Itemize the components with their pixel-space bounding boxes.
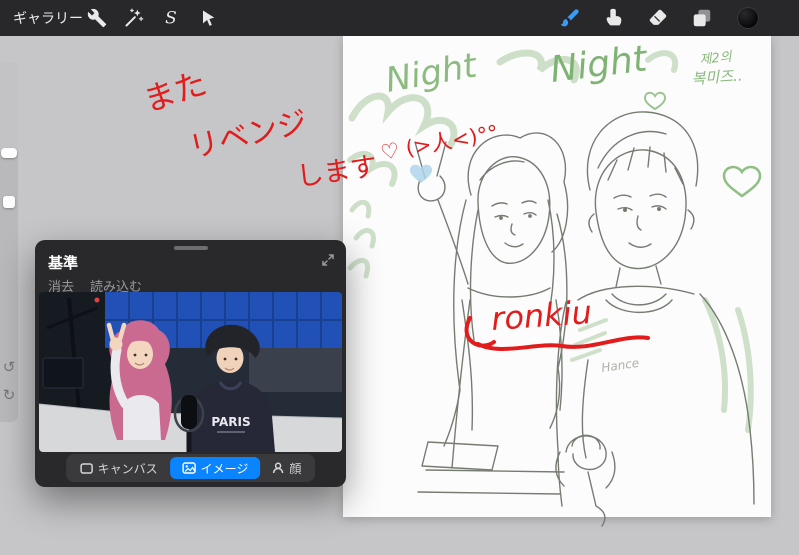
sidebar-sliders: ↺ ↻ [0, 62, 18, 422]
transform-button[interactable] [198, 8, 218, 28]
paint-button[interactable] [559, 7, 581, 29]
tab-image[interactable]: イメージ [169, 457, 261, 479]
actions-button[interactable] [87, 8, 107, 28]
woman-photo [106, 320, 172, 440]
adjustments-button[interactable] [124, 8, 144, 28]
image-mode-icon [181, 462, 196, 474]
reference-mode-tabs: キャンバス イメージ 顔 [65, 454, 316, 482]
brush-icon [560, 9, 579, 27]
tab-image-label: イメージ [200, 461, 249, 476]
shirt-text: PARIS [211, 415, 250, 429]
smudge-button[interactable] [603, 7, 625, 29]
brush-size-track[interactable] [0, 62, 18, 152]
tab-canvas[interactable]: キャンバス [68, 457, 170, 479]
layers-button[interactable] [691, 7, 713, 29]
red-annotation-2: リベンジ [186, 105, 311, 166]
smudge-finger-icon [606, 8, 622, 26]
tab-canvas-label: キャンバス [97, 461, 158, 476]
modify-button[interactable] [3, 196, 15, 208]
undo-icon[interactable]: ↺ [0, 358, 18, 376]
expand-icon[interactable] [321, 253, 335, 267]
drawing-canvas[interactable] [343, 36, 771, 517]
redo-icon[interactable]: ↻ [0, 386, 18, 404]
selection-button[interactable]: S [161, 8, 181, 29]
red-annotation-1: また [139, 64, 212, 120]
canvas-mode-icon [79, 462, 93, 474]
svg-text:S: S [165, 9, 177, 29]
reference-panel: 基準 消去 読み込む PARIS キャンバス イメージ 顔 [35, 240, 346, 487]
wrench-icon [87, 8, 107, 28]
eraser-icon [649, 9, 667, 25]
reference-photo-illustration: PARIS [39, 292, 342, 452]
face-mode-icon [272, 462, 284, 474]
gallery-button[interactable]: ギャラリー [13, 0, 83, 36]
erase-button[interactable] [647, 7, 669, 29]
tab-face[interactable]: 顔 [260, 457, 313, 479]
panel-title: 基準 [48, 255, 79, 272]
tab-face-label: 顔 [289, 461, 302, 476]
reference-photo: PARIS [39, 292, 342, 452]
transform-arrow-icon [203, 10, 215, 26]
top-toolbar: ギャラリー S [0, 0, 799, 36]
brush-size-slider[interactable] [1, 148, 17, 158]
magic-wand-icon [125, 8, 144, 27]
color-swatch-button[interactable] [737, 7, 759, 29]
panel-drag-handle[interactable] [173, 246, 208, 250]
selection-s-icon: S [165, 9, 177, 29]
layers-icon [693, 9, 711, 27]
